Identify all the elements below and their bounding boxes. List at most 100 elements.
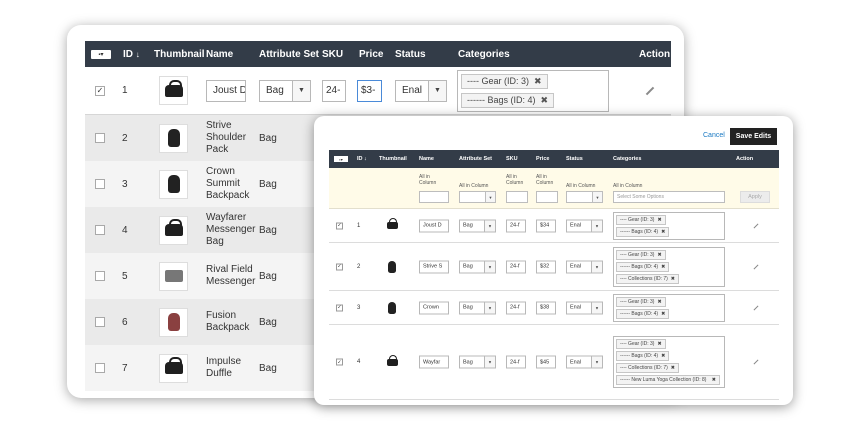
close-icon[interactable]: ✖ xyxy=(671,275,675,283)
pencil-icon[interactable] xyxy=(753,223,759,228)
save-edits-button[interactable]: Save Edits xyxy=(730,128,777,145)
sku-input[interactable]: 24-f xyxy=(506,355,526,369)
table-row-editing: ✓ 1 Joust D Bag ▼ 24-f $34 Enal ▼ ---- Gea… xyxy=(329,209,779,243)
attribute-set-select[interactable]: Bag ▼ xyxy=(459,219,496,232)
sort-arrow-icon: ↓ xyxy=(364,156,367,162)
column-header-price[interactable]: Price xyxy=(359,41,383,67)
categories-multiselect[interactable]: ---- Gear (ID: 3) ✖ ------ Bags (ID: 4) ✖ xyxy=(457,69,609,112)
price-input[interactable]: $45 xyxy=(536,355,556,369)
cell-name: Wayfarer Messenger Bag xyxy=(206,212,256,247)
status-select[interactable]: Enal ▼ xyxy=(566,301,603,314)
bulk-select-dropdown[interactable]: ▪▾ xyxy=(334,150,348,168)
attribute-set-select[interactable]: Bag ▼ xyxy=(259,79,311,102)
column-header-attribute-set[interactable]: Attribute Set xyxy=(459,150,492,168)
close-icon[interactable]: ✖ xyxy=(657,340,661,348)
pencil-icon[interactable] xyxy=(753,359,759,365)
row-checkbox[interactable] xyxy=(95,133,105,143)
status-select[interactable]: Enal ▼ xyxy=(566,260,603,273)
attribute-set-select[interactable]: Bag ▼ xyxy=(459,301,496,314)
close-icon[interactable]: ✖ xyxy=(657,298,661,306)
attribute-set-select[interactable]: Bag ▼ xyxy=(459,355,496,369)
name-input[interactable]: Joust D xyxy=(206,79,246,102)
categories-multiselect[interactable]: ---- Gear (ID: 3) ✖ ------ Bags (ID: 4) ✖ … xyxy=(613,336,725,388)
row-checkbox[interactable] xyxy=(95,317,105,327)
name-input[interactable]: Wayfar xyxy=(419,355,449,369)
column-header-price[interactable]: Price xyxy=(536,150,549,168)
column-header-thumbnail[interactable]: Thumbnail xyxy=(154,41,205,67)
close-icon[interactable]: ✖ xyxy=(661,352,665,360)
pencil-icon[interactable] xyxy=(753,305,759,310)
column-header-id[interactable]: ID ↓ xyxy=(357,150,367,168)
categories-multiselect[interactable]: ---- Gear (ID: 3) ✖ ------ Bags (ID: 4) ✖ xyxy=(613,211,725,240)
chevron-down-icon: ▼ xyxy=(591,356,602,368)
attribute-set-select[interactable]: Bag ▼ xyxy=(459,260,496,273)
apply-filter-button[interactable]: Apply xyxy=(740,191,770,203)
column-header-name[interactable]: Name xyxy=(206,41,233,67)
column-header-action: Action xyxy=(736,156,754,162)
row-checkbox[interactable]: ✓ xyxy=(336,304,343,311)
categories-multiselect[interactable]: ---- Gear (ID: 3) ✖ ------ Bags (ID: 4) ✖ … xyxy=(613,246,725,287)
column-header-status[interactable]: Status xyxy=(395,41,426,67)
close-icon[interactable]: ✖ xyxy=(534,76,542,87)
name-input[interactable]: Crown xyxy=(419,301,449,314)
column-header-id[interactable]: ID ↓ xyxy=(123,41,140,67)
sku-input[interactable]: 24-f xyxy=(506,219,526,232)
category-tag: ---- Gear (ID: 3) ✖ xyxy=(616,339,666,349)
price-input[interactable]: $38 xyxy=(536,301,556,314)
filter-input-price[interactable] xyxy=(536,191,558,203)
row-checkbox[interactable] xyxy=(95,225,105,235)
column-header-thumbnail[interactable]: Thumbnail xyxy=(379,150,407,168)
filter-select-attribute-set[interactable]: ▼ xyxy=(459,191,496,203)
row-checkbox[interactable]: ✓ xyxy=(95,85,105,96)
status-select[interactable]: Enal ▼ xyxy=(566,355,603,369)
filter-categories-multiselect[interactable]: Select Some Options xyxy=(613,191,725,203)
column-header-attribute-set[interactable]: Attribute Set xyxy=(259,41,319,67)
close-icon[interactable]: ✖ xyxy=(657,216,661,224)
categories-multiselect[interactable]: ---- Gear (ID: 3) ✖ ------ Bags (ID: 4) ✖ xyxy=(613,293,725,322)
sku-input[interactable]: 24-f xyxy=(506,260,526,273)
row-checkbox[interactable] xyxy=(95,179,105,189)
cell-attribute-set: Bag xyxy=(259,270,277,282)
cancel-button[interactable]: Cancel xyxy=(703,132,725,139)
checkbox-dropdown-icon[interactable]: ▪▾ xyxy=(91,49,111,59)
name-input[interactable]: Strive S xyxy=(419,260,449,273)
column-header-categories[interactable]: Categories xyxy=(613,150,641,168)
sku-input[interactable]: 24-f xyxy=(506,301,526,314)
row-checkbox[interactable]: ✓ xyxy=(336,222,343,229)
close-icon[interactable]: ✖ xyxy=(661,263,665,271)
price-input[interactable]: $3- xyxy=(357,79,382,102)
column-header-name[interactable]: Name xyxy=(419,150,434,168)
pencil-icon[interactable] xyxy=(645,86,655,95)
pencil-icon[interactable] xyxy=(753,264,759,269)
price-input[interactable]: $32 xyxy=(536,260,556,273)
cell-id: 2 xyxy=(357,263,361,270)
row-checkbox[interactable] xyxy=(95,271,105,281)
row-checkbox[interactable]: ✓ xyxy=(336,263,343,270)
status-select[interactable]: Enal ▼ xyxy=(566,219,603,232)
column-header-status[interactable]: Status xyxy=(566,150,583,168)
sku-input[interactable]: 24- xyxy=(322,79,346,102)
bulk-select-dropdown[interactable]: ▪▾ xyxy=(91,41,111,67)
row-checkbox[interactable] xyxy=(95,363,105,373)
checkbox-dropdown-icon[interactable]: ▪▾ xyxy=(334,156,348,162)
column-header-sku[interactable]: SKU xyxy=(322,41,343,67)
close-icon[interactable]: ✖ xyxy=(671,364,675,372)
product-thumbnail xyxy=(159,353,188,383)
filter-select-status[interactable]: ▼ xyxy=(566,191,603,203)
chevron-down-icon: ▼ xyxy=(484,356,495,368)
price-input[interactable]: $34 xyxy=(536,219,556,232)
close-icon[interactable]: ✖ xyxy=(712,377,716,383)
close-icon[interactable]: ✖ xyxy=(661,228,665,236)
filter-input-sku[interactable] xyxy=(506,191,528,203)
column-header-sku[interactable]: SKU xyxy=(506,150,518,168)
cell-id: 6 xyxy=(122,316,128,328)
column-header-categories[interactable]: Categories xyxy=(458,41,510,67)
row-checkbox[interactable]: ✓ xyxy=(336,358,343,366)
filter-input-name[interactable] xyxy=(419,191,449,203)
close-icon[interactable]: ✖ xyxy=(541,95,549,106)
status-select[interactable]: Enal ▼ xyxy=(395,79,447,102)
filter-label-price: All in Column xyxy=(536,174,554,186)
close-icon[interactable]: ✖ xyxy=(657,251,661,259)
close-icon[interactable]: ✖ xyxy=(661,310,665,318)
name-input[interactable]: Joust D xyxy=(419,219,449,232)
